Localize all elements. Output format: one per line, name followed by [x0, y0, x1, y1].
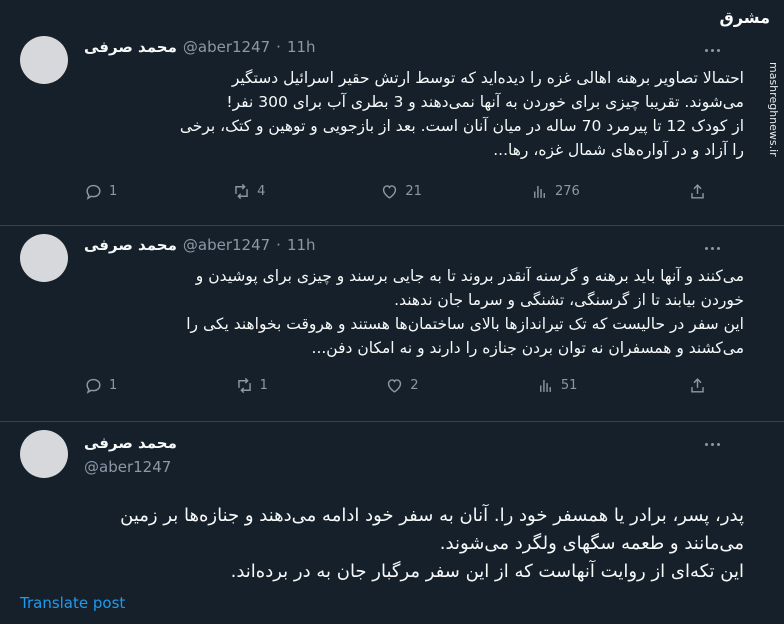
author-handle[interactable]: @aber1247 [84, 458, 171, 476]
share-button[interactable] [688, 182, 728, 201]
avatar[interactable] [20, 430, 68, 478]
reply-button[interactable]: 1 [84, 182, 124, 201]
like-button[interactable]: 21 [380, 182, 422, 201]
avatar[interactable] [20, 234, 68, 282]
view-count: 276 [555, 184, 580, 199]
separator-dot: · [276, 38, 281, 56]
avatar[interactable] [20, 36, 68, 84]
heart-icon [383, 185, 397, 199]
views-button[interactable]: 276 [530, 182, 580, 201]
heart-icon [388, 379, 402, 393]
tweet-2[interactable]: محمد صرفی @aber1247 · 11h می‌کنند و آنها… [0, 226, 784, 422]
tweet-text-line: پدر، پسر، برادر یا همسفر خود را. آنان به… [120, 505, 744, 526]
more-options-icon[interactable] [702, 238, 722, 258]
tweet-actions: 1 4 21 276 [84, 182, 728, 201]
tweet-text-line: این تکه‌ای از روایت آنهاست که از این سفر… [230, 561, 744, 582]
separator-dot: · [276, 236, 281, 254]
repost-count: 1 [259, 378, 268, 393]
share-button[interactable] [688, 376, 728, 395]
reply-count: 1 [109, 378, 118, 393]
timestamp[interactable]: 11h [287, 38, 316, 56]
tweet-actions: 1 1 2 51 [84, 376, 728, 395]
tweet-text-line: خوردن بیابند تا از گرسنگی، تشنگی و سرما … [394, 291, 744, 309]
more-options-icon[interactable] [702, 434, 722, 454]
author-handle[interactable]: @aber1247 [183, 38, 270, 56]
tweet-text-line: را آزاد و در آواره‌های شمال غزه، رها... [493, 141, 744, 159]
tweet-header: محمد صرفی @aber1247 · 11h [84, 236, 316, 254]
tweet-text-line: احتمالا تصاویر برهنه اهالی غزه را دیده‌ا… [231, 69, 744, 87]
repost-button[interactable]: 1 [235, 376, 275, 395]
tweet-text-line: می‌شوند. تقریبا چیزی برای خوردن به آنها … [226, 93, 744, 111]
views-icon [534, 185, 545, 198]
author-name-row: محمد صرفی [84, 434, 177, 452]
tweet-text-line: می‌کنند و آنها باید برهنه و گرسنه آنقدر … [195, 267, 744, 285]
repost-icon [235, 183, 248, 200]
tweet-1[interactable]: محمد صرفی @aber1247 · 11h احتمالا تصاویر… [0, 0, 784, 226]
tweet-header: محمد صرفی @aber1247 · 11h [84, 38, 316, 56]
tweet-text: احتمالا تصاویر برهنه اهالی غزه را دیده‌ا… [84, 66, 744, 162]
view-count: 51 [560, 378, 578, 393]
share-icon [691, 378, 704, 393]
author-handle[interactable]: @aber1247 [183, 236, 270, 254]
like-count: 2 [410, 378, 419, 393]
more-options-icon[interactable] [702, 40, 722, 60]
translate-post-link[interactable]: Translate post [20, 594, 125, 612]
timestamp[interactable]: 11h [287, 236, 316, 254]
reply-icon [86, 378, 101, 394]
views-button[interactable]: 51 [536, 376, 578, 395]
reply-count: 1 [109, 184, 118, 199]
views-icon [539, 379, 551, 392]
tweet-text-line: می‌مانند و طعمه سگهای ولگرد می‌شوند. [439, 533, 744, 554]
tweet-text-line: از کودک 12 تا پیرمرد 70 ساله در میان آنا… [179, 117, 744, 135]
tweet-text: می‌کنند و آنها باید برهنه و گرسنه آنقدر … [84, 264, 744, 360]
repost-icon [237, 377, 251, 394]
tweet-text: پدر، پسر، برادر یا همسفر خود را. آنان به… [20, 502, 744, 586]
repost-count: 4 [257, 184, 266, 199]
tweet-text-line: می‌کشند و همسفران نه توان بردن جنازه را … [311, 339, 744, 357]
reply-button[interactable]: 1 [84, 376, 124, 395]
like-count: 21 [405, 184, 422, 199]
like-button[interactable]: 2 [385, 376, 425, 395]
author-name[interactable]: محمد صرفی [84, 434, 177, 452]
author-name[interactable]: محمد صرفی [84, 236, 177, 254]
author-handle-row: @aber1247 [84, 458, 171, 476]
tweet-text-line: این سفر در حالیست که تک تیراندازها بالای… [186, 315, 744, 333]
share-icon [691, 184, 704, 199]
author-name[interactable]: محمد صرفی [84, 38, 177, 56]
repost-button[interactable]: 4 [232, 182, 272, 201]
reply-icon [86, 184, 101, 200]
